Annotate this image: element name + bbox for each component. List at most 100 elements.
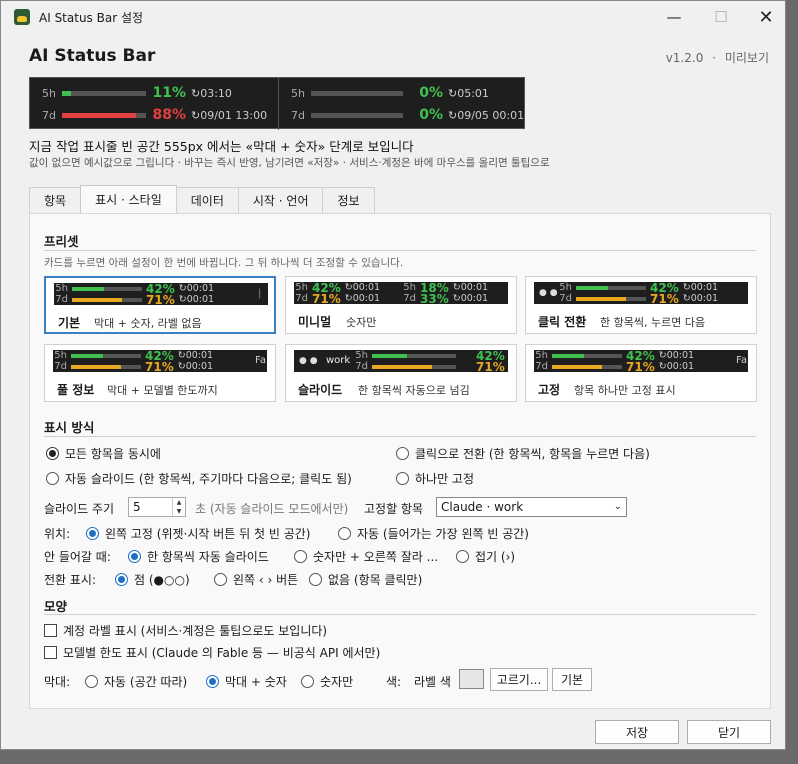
switch-arrows-radio[interactable]: 왼쪽 ‹ › 버튼	[214, 571, 298, 588]
tab-display-style[interactable]: 표시 · 스타일	[80, 185, 177, 213]
mini-reset: ↻00:01	[177, 361, 214, 372]
display-mode-heading: 표시 방식	[44, 420, 95, 435]
overflow-numbers-radio[interactable]: 숫자만 + 오른쪽 잘라 ...	[294, 548, 438, 565]
mini-percent: 71%	[146, 292, 175, 306]
choose-color-button[interactable]: 고르기...	[490, 668, 548, 691]
mini-fill	[372, 364, 432, 369]
mini-label: 5h	[54, 350, 67, 361]
checkbox-box	[44, 646, 57, 659]
mini-reset: ↻00:01	[344, 282, 381, 293]
reset-icon: ↻	[191, 86, 201, 100]
bar-both-radio[interactable]: 막대 + 숫자	[206, 673, 287, 690]
mini-reset: ↻00:01	[452, 293, 489, 304]
default-color-button[interactable]: 기본	[552, 668, 592, 691]
switch-dots-radio[interactable]: 점 (●○○)	[115, 571, 190, 588]
fixed-item-label: 고정할 항목	[364, 502, 424, 516]
reset-value: 03:10	[200, 86, 232, 100]
preview-link[interactable]: 미리보기	[725, 51, 769, 65]
reset-icon: ↻	[191, 108, 201, 122]
preset-description: 한 항목씩 자동으로 넘김	[358, 384, 470, 397]
preset-card-minimal[interactable]: 5h 42% ↻00:01 7d 71% ↻00:01 5h 18% ↻00:01 7d 33…	[285, 276, 517, 334]
radio-indicator	[396, 447, 409, 460]
radio-label: 왼쪽 고정 (위젯·시작 버튼 뒤 첫 빈 공간)	[105, 527, 311, 541]
preset-name: 풀 정보	[57, 383, 95, 397]
mode-click-radio[interactable]: 클릭으로 전환 (한 항목씩, 항목을 누르면 다음)	[396, 445, 650, 462]
reset-time: ↻09/05 00:01	[448, 109, 524, 122]
preset-card-slide[interactable]: ● ● work 5h 42% 7d 71% 슬라이드 한 항목씩 자동으로 넘김	[285, 344, 517, 402]
mini-row: 7d 71%	[352, 359, 505, 373]
mini-reset-value: 00:01	[186, 283, 215, 294]
radio-indicator	[46, 447, 59, 460]
preset-name: 클릭 전환	[538, 315, 587, 329]
switch-none-radio[interactable]: 없음 (항목 클릭만)	[309, 571, 422, 588]
overflow-fold-radio[interactable]: 접기 (›)	[456, 548, 515, 565]
minimize-button[interactable]: —	[651, 1, 697, 33]
mini-reset-value: 00:01	[185, 350, 214, 361]
tab-info[interactable]: 정보	[322, 187, 375, 213]
tab-bar: 항목 표시 · 스타일 데이터 시작 · 언어 정보	[29, 185, 375, 214]
preset-thumbnail: ● ● 5h 42% ↻00:01 7d 71% ↻00:01	[534, 282, 748, 304]
radio-label: 자동 (공간 따라)	[104, 675, 188, 689]
radio-label: 숫자만	[320, 675, 354, 689]
preview-label: 5h	[291, 86, 305, 100]
preset-card-full-info[interactable]: 5h 42% ↻00:01 7d 71% ↻00:01 Fa 풀 정보 막대 + 모델별…	[44, 344, 276, 402]
mini-label: 7d	[559, 293, 572, 304]
bar-numbers-radio[interactable]: 숫자만	[301, 673, 353, 690]
mode-auto-slide-radio[interactable]: 자동 슬라이드 (한 항목씩, 주기마다 다음으로; 클릭도 됨)	[46, 470, 352, 487]
dots-indicator-icon: ● ●	[299, 356, 318, 366]
window-title: AI Status Bar 설정	[39, 10, 144, 25]
mini-bar	[71, 364, 141, 369]
divider	[44, 250, 756, 251]
radio-label: 자동 슬라이드 (한 항목씩, 주기마다 다음으로; 클릭도 됨)	[65, 472, 352, 486]
mini-row: 7d 71% ↻00:01	[534, 360, 695, 373]
overflow-slide-radio[interactable]: 한 항목씩 자동 슬라이드	[128, 548, 269, 565]
appearance-heading: 모양	[44, 599, 68, 614]
close-button[interactable]: 닫기	[687, 720, 771, 744]
radio-label: 하나만 고정	[415, 472, 475, 486]
mini-percent: 71%	[476, 359, 505, 373]
stepper-arrows-icon[interactable]: ▲ ▼	[172, 498, 185, 516]
tab-items[interactable]: 항목	[29, 187, 82, 213]
mini-reset: ↻00:01	[658, 361, 695, 372]
save-button[interactable]: 저장	[595, 720, 679, 744]
preview-row: 7d 0% ↻09/05 00:01	[279, 104, 527, 126]
mini-label: 7d	[403, 293, 416, 304]
mode-fixed-radio[interactable]: 하나만 고정	[396, 470, 474, 487]
tab-startup-language[interactable]: 시작 · 언어	[237, 187, 324, 213]
preset-name: 미니멀	[298, 315, 332, 329]
help-description: 값이 없으면 예시값으로 그립니다 · 바꾸는 즉시 반영, 남기려면 «저장»…	[29, 157, 550, 169]
mini-fill	[576, 296, 626, 301]
mini-label: 7d	[54, 361, 67, 372]
reset-icon: ↻	[448, 86, 458, 100]
mini-reset: ↻00:01	[177, 350, 214, 361]
mini-reset-value: 00:01	[666, 350, 695, 361]
position-auto-radio[interactable]: 자동 (들어가는 가장 왼쪽 빈 공간)	[338, 525, 529, 542]
radio-indicator	[214, 573, 227, 586]
usage-bar	[311, 90, 403, 96]
preset-card-basic[interactable]: 5h 42% ↻00:01 7d 71% ↻00:01 | 기본 막대 + 숫자, 라벨…	[44, 276, 276, 334]
mini-row: 7d 71% ↻00:01	[556, 292, 718, 305]
slide-interval-stepper[interactable]: 5 ▲ ▼	[128, 497, 186, 517]
header-links: v1.2.0 · 미리보기	[666, 49, 769, 66]
model-limit-checkbox[interactable]: 모델별 한도 표시 (Claude 의 Fable 등 — 비공식 API 에서…	[44, 644, 380, 661]
checkbox-box	[44, 624, 57, 637]
slide-interval-label: 슬라이드 주기	[44, 502, 115, 516]
close-window-button[interactable]: ✕	[743, 1, 789, 33]
tab-data[interactable]: 데이터	[175, 187, 239, 213]
mode-all-radio[interactable]: 모든 항목을 동시에	[46, 445, 161, 462]
radio-indicator	[456, 550, 469, 563]
overflow-label: 안 들어갈 때:	[44, 550, 111, 564]
bar-auto-radio[interactable]: 자동 (공간 따라)	[85, 673, 187, 690]
radio-label: 접기 (›)	[475, 550, 516, 564]
preset-card-click-switch[interactable]: ● ● 5h 42% ↻00:01 7d 71% ↻00:01 클릭 전환 한 항목씩,…	[525, 276, 757, 334]
label-color-swatch[interactable]	[459, 669, 484, 689]
preset-description: 막대 + 모델별 한도까지	[107, 384, 218, 397]
position-left-radio[interactable]: 왼쪽 고정 (위젯·시작 버튼 뒤 첫 빈 공간)	[86, 525, 310, 542]
mini-reset-value: 00:01	[460, 293, 489, 304]
fixed-item-select[interactable]: Claude · work ⌄	[436, 497, 627, 517]
preset-card-fixed[interactable]: 5h 42% ↻00:01 7d 71% ↻00:01 Fa 고정 항목 하나만 고정 …	[525, 344, 757, 402]
radio-label: 모든 항목을 동시에	[65, 447, 161, 461]
maximize-button[interactable]: ☐	[698, 1, 744, 33]
version-label: v1.2.0	[665, 51, 704, 65]
account-label-checkbox[interactable]: 계정 라벨 표시 (서비스·계정은 툴팁으로도 보입니다)	[44, 622, 327, 639]
